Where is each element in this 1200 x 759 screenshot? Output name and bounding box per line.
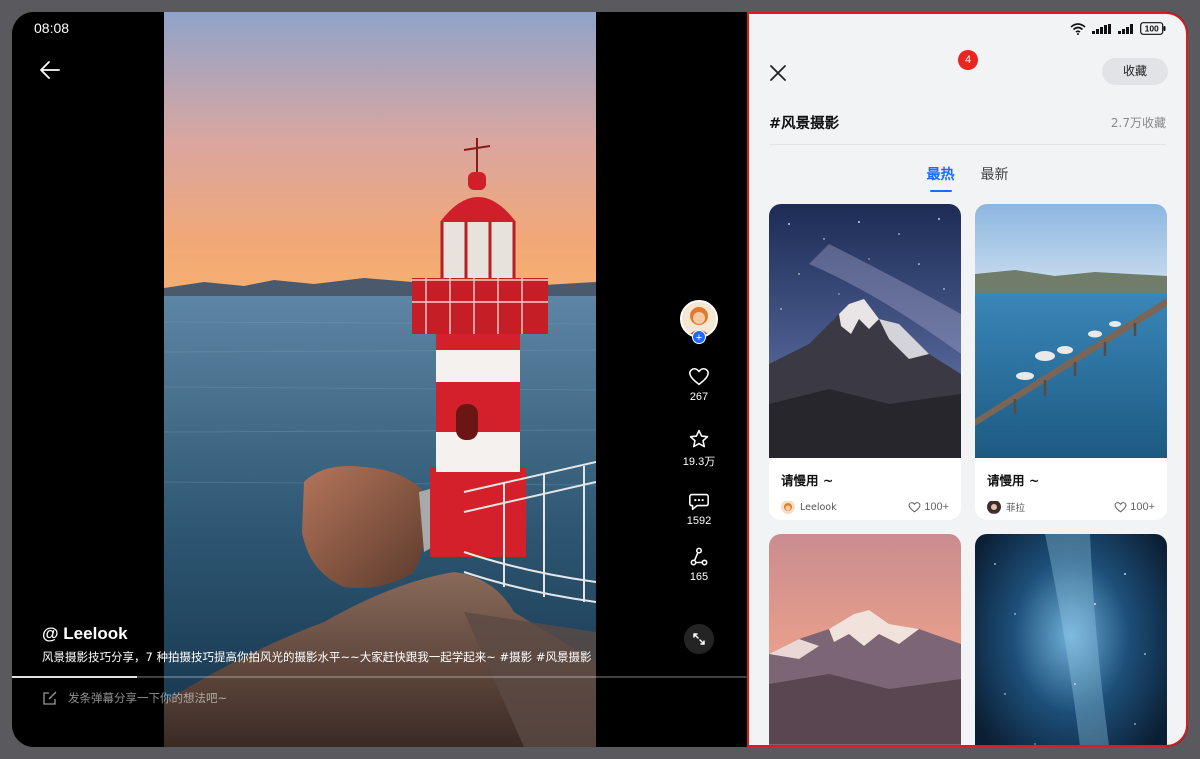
share-icon xyxy=(690,547,708,566)
divider xyxy=(769,144,1166,145)
tab-latest[interactable]: 最新 xyxy=(981,164,1009,192)
post-thumbnail-sunset-mountain xyxy=(769,534,961,745)
post-username: 菲拉 xyxy=(1006,503,1026,514)
post-title: 请慢用 ~ xyxy=(987,473,1040,488)
video-frame-lighthouse xyxy=(164,12,596,747)
comment-count: 1592 xyxy=(686,515,712,527)
topic-title: #风景摄影 xyxy=(769,116,840,132)
share-count: 165 xyxy=(689,571,709,583)
status-icons: 100 xyxy=(1070,22,1166,35)
favorite-count: 19.3万 xyxy=(682,456,716,468)
post-card[interactable] xyxy=(975,534,1167,745)
like-count: 267 xyxy=(689,391,709,403)
post-like-count: 100+ xyxy=(924,501,949,513)
topic-collect-count: 2.7万收藏 xyxy=(1110,116,1166,130)
author-avatar-button[interactable]: + xyxy=(680,300,718,344)
post-username: Leelook xyxy=(800,501,837,513)
danmaku-input[interactable]: 发条弹幕分享一下你的想法吧~ xyxy=(42,690,227,706)
close-icon xyxy=(770,65,786,81)
post-card[interactable]: 请慢用 ~ Leelook 100+ xyxy=(769,204,961,520)
star-icon xyxy=(689,429,709,448)
heart-icon xyxy=(1114,501,1127,513)
tab-hottest[interactable]: 最热 xyxy=(927,164,955,192)
favorite-button[interactable]: 19.3万 xyxy=(674,428,724,469)
status-time: 08:08 xyxy=(34,20,70,36)
post-meta: Leelook 100+ xyxy=(781,500,949,514)
battery-icon: 100 xyxy=(1140,22,1166,35)
post-thumbnail-pier-seagulls xyxy=(975,204,1167,458)
user-avatar-image xyxy=(987,501,1001,514)
video-progress-bar[interactable] xyxy=(12,676,747,678)
post-card[interactable]: 请慢用 ~ 菲拉 100+ xyxy=(975,204,1167,520)
post-likes[interactable]: 100+ xyxy=(1114,501,1155,514)
post-meta: 菲拉 100+ xyxy=(987,500,1155,514)
post-title: 请慢用 ~ xyxy=(781,473,834,488)
video-progress-fill xyxy=(12,676,137,678)
device-frame: 08:08 + 267 19.3万 1592 165 @ Leelook 风景摄… xyxy=(0,0,1200,759)
post-info: 请慢用 ~ 菲拉 100+ xyxy=(975,458,1167,520)
video-player[interactable]: 08:08 + 267 19.3万 1592 165 @ Leelook 风景摄… xyxy=(12,12,747,747)
danmaku-placeholder: 发条弹幕分享一下你的想法吧~ xyxy=(68,691,228,705)
post-like-count: 100+ xyxy=(1130,501,1155,513)
tab-bar: 最热 最新 xyxy=(749,164,1186,192)
post-user[interactable]: Leelook xyxy=(781,500,837,514)
post-user[interactable]: 菲拉 xyxy=(987,500,1025,514)
like-button[interactable]: 267 xyxy=(674,366,724,403)
post-info: 请慢用 ~ Leelook 100+ xyxy=(769,458,961,520)
user-avatar xyxy=(781,500,795,514)
notification-badge[interactable]: 4 xyxy=(958,50,978,70)
signal-icon-2 xyxy=(1118,23,1133,34)
heart-icon xyxy=(908,501,921,513)
fullscreen-toggle-button[interactable] xyxy=(684,624,714,654)
post-card[interactable] xyxy=(769,534,961,745)
follow-plus-icon[interactable]: + xyxy=(692,330,706,344)
edit-icon xyxy=(43,691,57,705)
post-likes[interactable]: 100+ xyxy=(908,501,949,514)
signal-icon xyxy=(1092,23,1111,34)
battery-level: 100 xyxy=(1145,24,1159,34)
arrow-left-icon xyxy=(40,61,60,79)
close-button[interactable] xyxy=(767,62,789,84)
heart-icon xyxy=(689,367,709,386)
screen: 08:08 + 267 19.3万 1592 165 @ Leelook 风景摄… xyxy=(12,12,1188,747)
collapse-arrows-icon xyxy=(693,633,705,645)
user-avatar-image xyxy=(781,501,795,514)
video-caption: 风景摄影技巧分享，7 种拍摄技巧提高你拍风光的摄影水平~~大家赶快跟我一起学起来… xyxy=(42,650,592,664)
back-button[interactable] xyxy=(38,58,62,82)
comment-button[interactable]: 1592 xyxy=(674,490,724,527)
post-thumbnail-starry-mountain xyxy=(769,204,961,458)
share-button[interactable]: 165 xyxy=(674,546,724,583)
post-thumbnail-milky-way xyxy=(975,534,1167,745)
video-author[interactable]: @ Leelook xyxy=(42,624,128,644)
wifi-icon xyxy=(1070,22,1086,35)
collect-button[interactable]: 收藏 xyxy=(1102,58,1168,85)
topic-panel: 100 4 收藏 #风景摄影 2.7万收藏 最热 最新 请慢用 ~ Leeloo… xyxy=(747,12,1188,747)
user-avatar xyxy=(987,500,1001,514)
comment-bubble-icon xyxy=(689,493,709,511)
